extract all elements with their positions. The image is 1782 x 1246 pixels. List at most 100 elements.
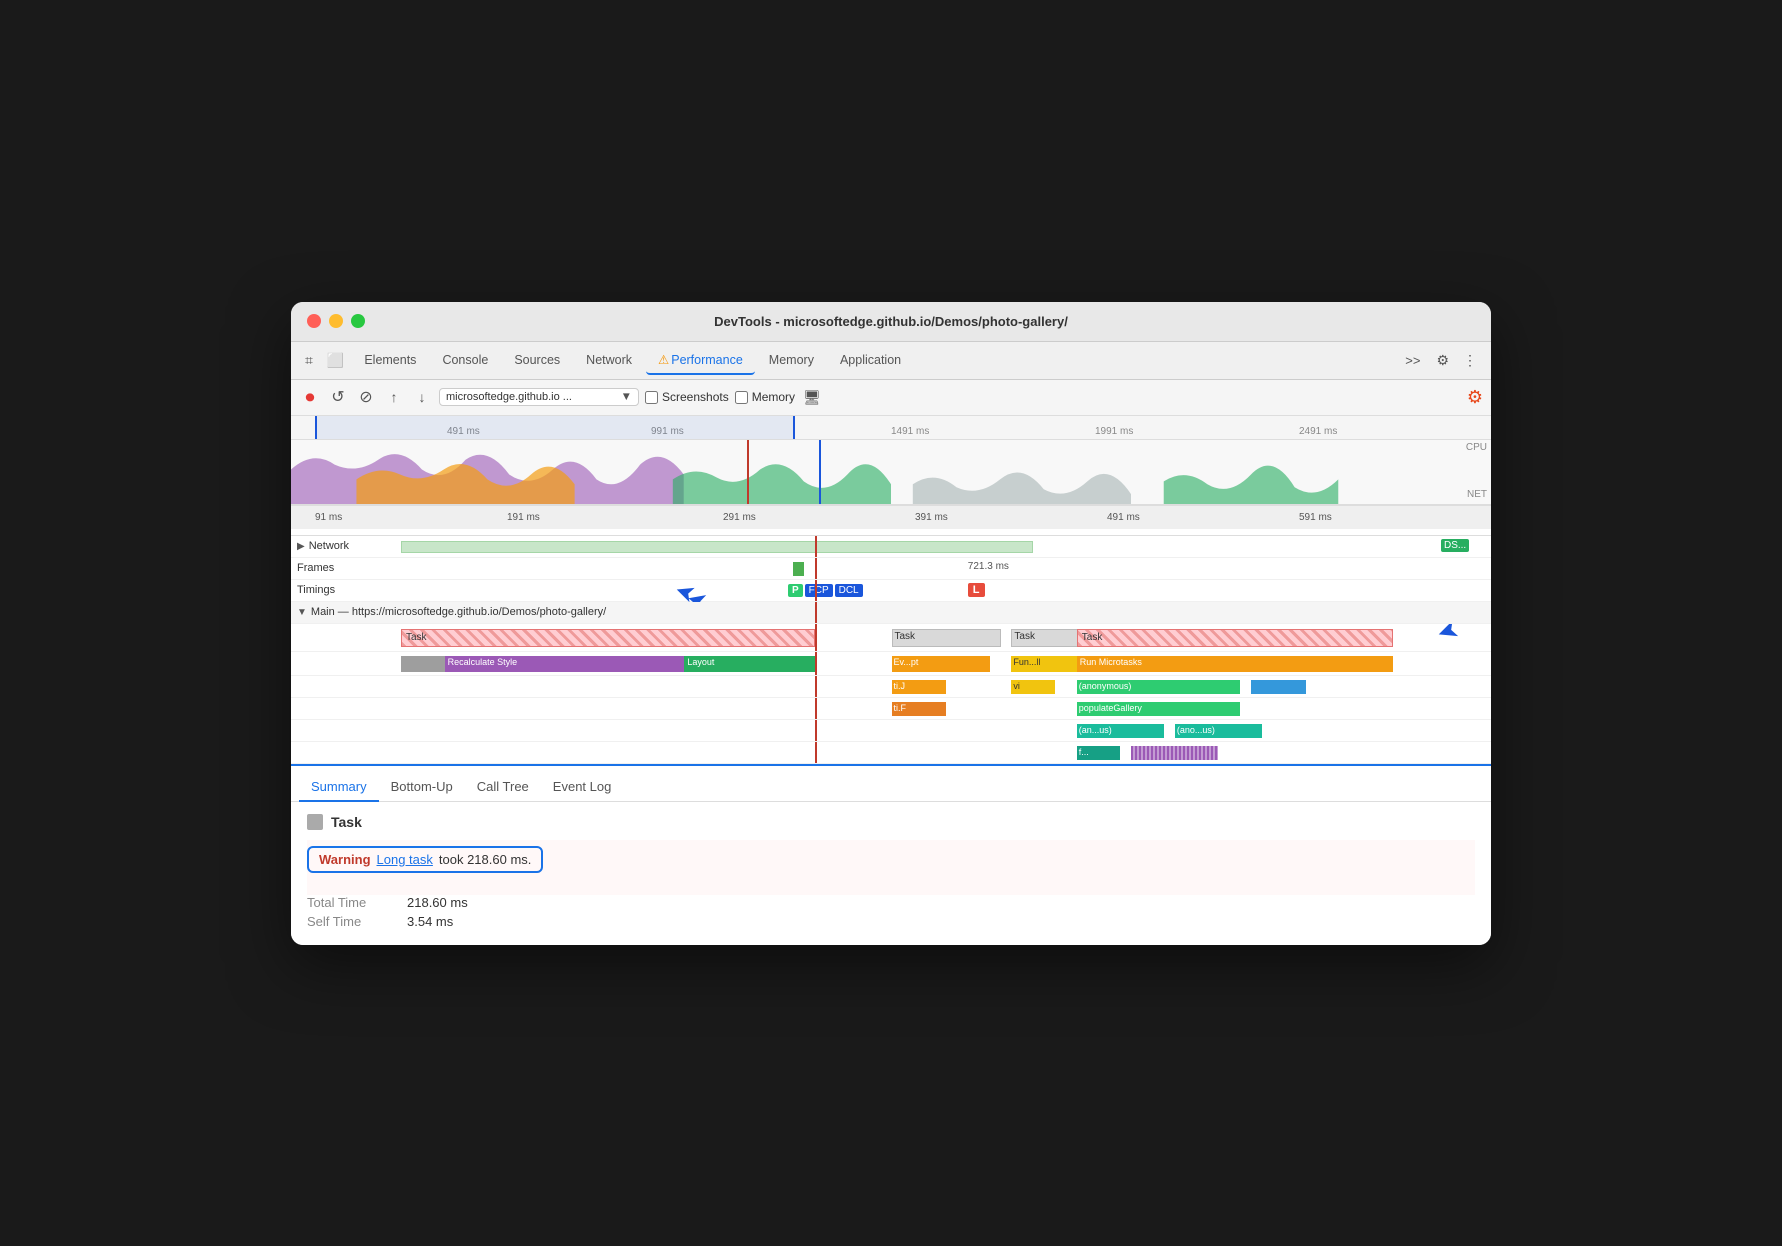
tab-sources[interactable]: Sources: [502, 347, 572, 373]
tab-bottom-up[interactable]: Bottom-Up: [379, 773, 465, 802]
url-dropdown-icon[interactable]: ▼: [621, 391, 632, 403]
subtask-row-4: f...: [291, 742, 1491, 764]
subtask-track-4: f...: [401, 742, 1491, 763]
f-bar[interactable]: f...: [1077, 746, 1121, 760]
tab-performance[interactable]: ⚠Performance: [646, 346, 755, 375]
task-bar-4[interactable]: Task: [1077, 629, 1393, 647]
lower-491: 491 ms: [1107, 512, 1140, 523]
recalc-row: Recalculate Style Layout Ev...pt Fun...l…: [291, 652, 1491, 676]
subtask-row-2: ti.F populateGallery: [291, 698, 1491, 720]
devtools-tab-bar: ⌗ ⬜ Elements Console Sources Network ⚠Pe…: [291, 342, 1491, 380]
anon-bar[interactable]: (anonymous): [1077, 680, 1241, 694]
vi-bar[interactable]: vi: [1011, 680, 1055, 694]
tab-network[interactable]: Network: [574, 347, 644, 373]
frames-label[interactable]: Frames: [291, 562, 401, 574]
task-row-1: Task Task Task Task ➤: [291, 624, 1491, 652]
self-time-label: Self Time: [307, 914, 387, 929]
blue-marker-1: [819, 440, 821, 504]
screenshots-checkbox-group: Screenshots: [645, 390, 729, 404]
subtask-row-1: ti.J vi (anonymous): [291, 676, 1491, 698]
screenshots-checkbox[interactable]: [645, 391, 658, 404]
network-label[interactable]: ▶ Network: [291, 540, 401, 552]
self-time-row: Self Time 3.54 ms: [307, 914, 1475, 929]
tab-console[interactable]: Console: [430, 347, 500, 373]
run-microtasks-bar[interactable]: Run Microtasks: [1077, 656, 1393, 672]
maximize-button[interactable]: [351, 314, 365, 328]
upload-button[interactable]: ↑: [383, 386, 405, 408]
more-tabs-button[interactable]: >>: [1397, 349, 1428, 372]
warning-box: Warning Long task took 218.60 ms.: [307, 846, 543, 873]
minimize-button[interactable]: [329, 314, 343, 328]
main-label[interactable]: ▼ Main — https://microsoftedge.github.io…: [291, 606, 612, 618]
bottom-tab-bar: Summary Bottom-Up Call Tree Event Log: [291, 766, 1491, 802]
screenshots-label: Screenshots: [662, 390, 729, 404]
clear-button[interactable]: ⊘: [355, 386, 377, 408]
expand-icon[interactable]: ▶: [297, 541, 305, 552]
tab-summary[interactable]: Summary: [299, 773, 379, 802]
tab-event-log[interactable]: Event Log: [541, 773, 624, 802]
memory-checkbox-group: Memory: [735, 390, 795, 404]
populate-bar[interactable]: populateGallery: [1077, 702, 1241, 716]
red-vline-sub2: [815, 698, 817, 719]
task-bar-2[interactable]: Task: [892, 629, 1001, 647]
total-time-value: 218.60 ms: [407, 895, 468, 910]
tab-elements[interactable]: Elements: [352, 347, 428, 373]
settings-icon[interactable]: ⚙: [1430, 348, 1455, 373]
traffic-lights: [307, 314, 365, 328]
tif-bar[interactable]: ti.F: [892, 702, 947, 716]
main-header-row: ▼ Main — https://microsoftedge.github.io…: [291, 602, 1491, 624]
total-time-label: Total Time: [307, 895, 387, 910]
title-bar: DevTools - microsoftedge.github.io/Demos…: [291, 302, 1491, 342]
anus1-bar[interactable]: (an...us): [1077, 724, 1164, 738]
tab-call-tree[interactable]: Call Tree: [465, 773, 541, 802]
ds-badge: DS...: [1441, 539, 1469, 551]
cpu-chart: CPU NET: [291, 440, 1491, 505]
task-icon: [307, 814, 323, 830]
close-button[interactable]: [307, 314, 321, 328]
frames-track: 721.3 ms: [401, 558, 1491, 579]
layout-bar[interactable]: Layout: [684, 656, 804, 672]
timeline-area: 491 ms 991 ms 1491 ms 1991 ms 2491 ms: [291, 416, 1491, 536]
red-vline-sub1: [815, 676, 817, 697]
timings-label[interactable]: Timings: [291, 584, 401, 596]
device-icon[interactable]: ⬜: [321, 348, 350, 373]
warning-label: Warning: [319, 852, 371, 867]
fcp-marker: FCP: [805, 584, 833, 597]
red-vline-main-header: [815, 602, 817, 623]
url-filter[interactable]: microsoftedge.github.io ... ▼: [439, 388, 639, 406]
url-text: microsoftedge.github.io ...: [446, 391, 621, 403]
red-vline-sub4: [815, 742, 817, 763]
warning-section: Warning Long task took 218.60 ms.: [307, 840, 1475, 895]
subtask-track-3: (an...us) (ano...us): [401, 720, 1491, 741]
event-bar[interactable]: Ev...pt: [892, 656, 990, 672]
tab-application[interactable]: Application: [828, 347, 913, 373]
download-button[interactable]: ↓: [411, 386, 433, 408]
menu-icon[interactable]: ⋮: [1457, 348, 1483, 373]
red-marker-upper: [747, 440, 749, 504]
tij-bar[interactable]: ti.J: [892, 680, 947, 694]
timing-markers: P FCP DCL: [788, 584, 863, 597]
dcl-marker: DCL: [835, 584, 863, 597]
window-title: DevTools - microsoftedge.github.io/Demos…: [714, 314, 1068, 329]
tab-memory[interactable]: Memory: [757, 347, 826, 373]
gear-icon[interactable]: ⚙: [1467, 387, 1483, 408]
recalc-bar[interactable]: Recalculate Style: [445, 656, 685, 672]
long-task-link[interactable]: Long task: [377, 852, 433, 867]
lower-191: 191 ms: [507, 512, 540, 523]
task-bar-1[interactable]: Task: [401, 629, 815, 647]
reload-button[interactable]: ↺: [327, 386, 349, 408]
subtask-track-1: ti.J vi (anonymous): [401, 676, 1491, 697]
timeline-range-marker[interactable]: [291, 416, 1491, 439]
timings-track: P FCP DCL L: [401, 580, 1491, 601]
red-vline-frames: [815, 558, 817, 579]
expand-icon-main[interactable]: ▼: [297, 607, 307, 618]
record-button[interactable]: ⏺: [299, 386, 321, 408]
memory-checkbox[interactable]: [735, 391, 748, 404]
timings-row: Timings P FCP DCL L ➤ ➤: [291, 580, 1491, 602]
capture-icon[interactable]: 🖥: [801, 386, 823, 408]
lower-391: 391 ms: [915, 512, 948, 523]
l-marker: L: [968, 584, 985, 596]
upper-ruler: 491 ms 991 ms 1491 ms 1991 ms 2491 ms: [291, 416, 1491, 440]
inspect-icon[interactable]: ⌗: [299, 348, 319, 373]
anus2-bar[interactable]: (ano...us): [1175, 724, 1262, 738]
